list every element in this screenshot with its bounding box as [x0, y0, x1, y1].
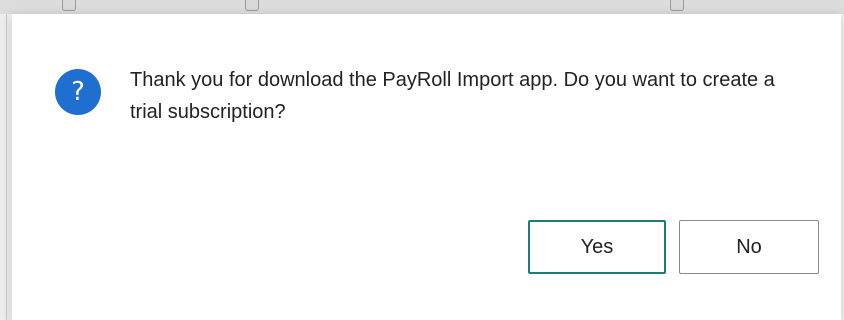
background-divider — [245, 0, 259, 11]
question-icon: ? — [55, 69, 101, 115]
background-left-border — [6, 14, 7, 320]
confirm-dialog: ? Thank you for download the PayRoll Imp… — [12, 14, 841, 320]
background-left-edge — [0, 14, 10, 320]
background-divider — [62, 0, 76, 11]
yes-button[interactable]: Yes — [528, 220, 666, 274]
background-toolbar-strip — [0, 0, 844, 14]
background-divider — [670, 0, 684, 11]
no-button[interactable]: No — [679, 220, 819, 274]
dialog-message: Thank you for download the PayRoll Impor… — [130, 69, 775, 123]
